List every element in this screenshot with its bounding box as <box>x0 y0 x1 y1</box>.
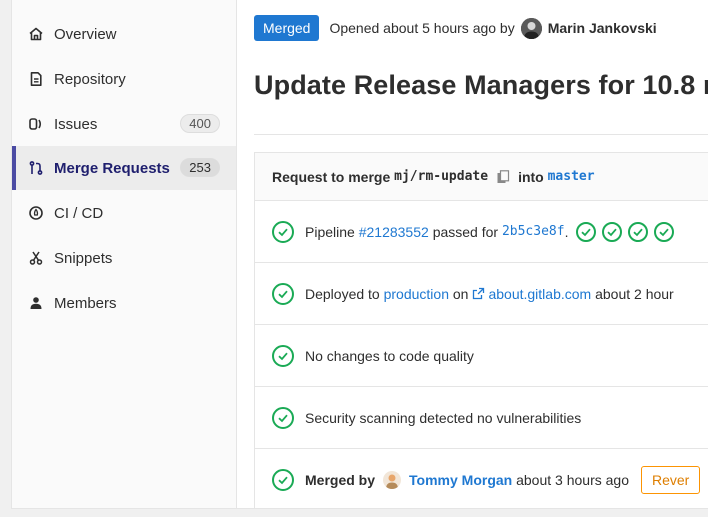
deployment-row: Deployed to production on about.gitlab.c… <box>255 263 708 325</box>
issues-icon <box>27 115 45 133</box>
environment-link[interactable]: production <box>384 286 449 302</box>
pipeline-prefix: Pipeline <box>305 223 355 240</box>
sidebar-item-ci-cd[interactable]: CI / CD <box>12 191 236 235</box>
copy-icon[interactable] <box>496 169 510 184</box>
merged-by-label: Merged by <box>305 472 376 488</box>
sidebar-item-label: Overview <box>54 25 117 43</box>
status-badge: Merged <box>254 15 320 41</box>
merge-request-header: Merged Opened about 5 hours ago by Marin… <box>254 15 657 41</box>
security-row: Security scanning detected no vulnerabil… <box>255 387 708 449</box>
sidebar-item-label: Merge Requests <box>54 159 170 177</box>
pipeline-suffix: . <box>564 223 569 240</box>
user-icon <box>27 294 45 312</box>
check-circle-icon <box>272 220 294 243</box>
merge-request-icon <box>27 159 45 177</box>
stage-check-icon[interactable] <box>576 221 597 242</box>
into-label: into <box>518 168 544 185</box>
page-title: Update Release Managers for 10.8 r <box>254 70 708 100</box>
check-circle-icon <box>272 469 294 491</box>
merged-row: Merged by Tommy Morgan about 3 hours ago… <box>255 449 708 508</box>
merger-name-link[interactable]: Tommy Morgan <box>409 472 512 488</box>
pipeline-status-text: passed for <box>432 223 499 240</box>
sidebar-item-repository[interactable]: Repository <box>12 57 236 101</box>
deployed-prefix: Deployed to <box>305 285 380 302</box>
sidebar-item-label: Snippets <box>54 249 113 267</box>
deployed-time: about 2 hour <box>595 285 674 302</box>
merger-avatar[interactable] <box>383 471 402 489</box>
author-name[interactable]: Marin Jankovski <box>548 20 657 36</box>
merge-requests-count-badge: 253 <box>180 158 220 177</box>
sidebar-item-overview[interactable]: Overview <box>12 12 236 56</box>
sidebar-item-label: CI / CD <box>54 204 104 222</box>
sidebar-item-members[interactable]: Members <box>12 281 236 325</box>
revert-button[interactable]: Rever <box>640 466 701 494</box>
scissors-icon <box>27 249 45 267</box>
stage-check-icon[interactable] <box>654 221 675 242</box>
deployed-on-label: on <box>452 285 469 302</box>
stage-check-icon[interactable] <box>628 221 649 242</box>
merged-time: about 3 hours ago <box>516 472 629 488</box>
sidebar-item-label: Issues <box>54 115 98 133</box>
stage-check-icon[interactable] <box>602 221 623 242</box>
merge-branch-info: Request to merge mj/rm-update into maste… <box>255 153 708 201</box>
sidebar-item-label: Members <box>54 294 117 312</box>
sidebar-item-merge-requests[interactable]: Merge Requests 253 <box>12 146 236 190</box>
sidebar: Overview Repository Issues 400 Merge Req… <box>12 0 237 508</box>
check-circle-icon <box>272 282 294 305</box>
main-content: Merged Opened about 5 hours ago by Marin… <box>237 0 708 508</box>
document-icon <box>27 70 45 88</box>
sidebar-item-issues[interactable]: Issues 400 <box>12 102 236 146</box>
opened-text: Opened about 5 hours ago by <box>329 20 515 36</box>
target-branch[interactable]: master <box>548 169 595 184</box>
external-link-icon <box>472 287 485 300</box>
security-text: Security scanning detected no vulnerabil… <box>305 409 582 426</box>
check-circle-icon <box>272 344 294 367</box>
pipeline-row: Pipeline #21283552 passed for 2b5c3e8f. <box>255 201 708 263</box>
home-icon <box>27 25 45 43</box>
check-circle-icon <box>272 406 294 429</box>
rocket-icon <box>27 204 45 222</box>
app-window: Overview Repository Issues 400 Merge Req… <box>11 0 708 509</box>
issues-count-badge: 400 <box>180 114 220 133</box>
source-branch[interactable]: mj/rm-update <box>394 169 488 184</box>
request-to-merge-label: Request to merge <box>272 168 391 185</box>
commit-link[interactable]: 2b5c3e8f <box>502 224 565 239</box>
sidebar-item-label: Repository <box>54 70 126 88</box>
code-quality-text: No changes to code quality <box>305 347 474 364</box>
author-avatar[interactable] <box>520 17 542 39</box>
deployment-host-link[interactable]: about.gitlab.com <box>488 286 591 302</box>
code-quality-row: No changes to code quality <box>255 325 708 387</box>
pipeline-link[interactable]: #21283552 <box>359 224 429 240</box>
divider <box>254 134 708 135</box>
sidebar-item-snippets[interactable]: Snippets <box>12 236 236 280</box>
merge-request-widget: Request to merge mj/rm-update into maste… <box>254 152 708 508</box>
